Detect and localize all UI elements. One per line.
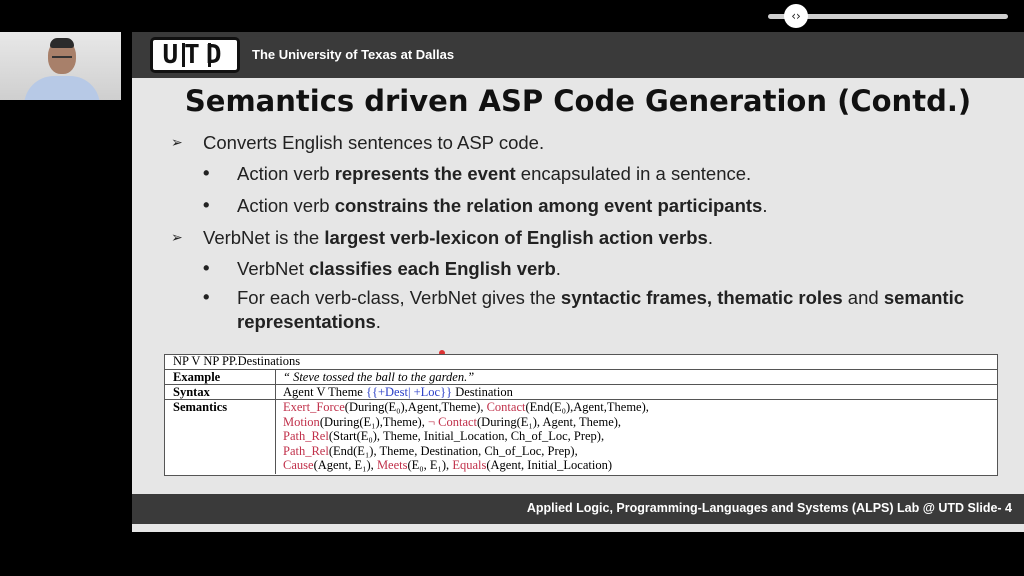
text: Action verb: [237, 163, 335, 184]
syntax-part: Destination: [452, 385, 513, 399]
predicate: Equals: [452, 458, 487, 472]
syntax-loc: | +Loc}}: [407, 385, 453, 399]
row-label: Example: [173, 370, 221, 384]
text: and: [842, 287, 884, 308]
example-text: “ Steve tossed the ball to the garden.”: [283, 370, 475, 384]
row-label: Syntax: [173, 385, 210, 399]
predicate: Contact: [486, 400, 526, 414]
presenter-glasses: [52, 52, 72, 58]
dot-bullet-icon: •: [203, 194, 210, 215]
university-name: The University of Texas at Dallas: [252, 47, 455, 62]
table-row-semantics: Semantics Exert_Force(During(E₀),Agent,T…: [165, 399, 997, 476]
text-bold: constrains the relation among event part…: [334, 195, 763, 216]
frame-header: NP V NP PP.Destinations: [173, 354, 301, 368]
args: (During(E₀),Agent,Theme),: [344, 400, 487, 414]
dot-bullet-icon: •: [203, 286, 210, 307]
text-bold: classifies each English verb: [309, 258, 556, 279]
utd-logo-text: UTD: [162, 40, 228, 70]
logo-divider: [208, 43, 211, 67]
text-bold: syntactic frames, thematic roles: [560, 287, 843, 308]
presenter-video-thumbnail[interactable]: [0, 32, 121, 100]
table-header-row: NP V NP PP.Destinations: [165, 354, 997, 369]
utd-logo: UTD: [150, 37, 240, 73]
predicate: Path_Rel: [283, 443, 329, 458]
args: (During(E₁),Theme),: [319, 414, 428, 429]
dot-bullet-icon: •: [203, 257, 210, 278]
arrow-bullet-icon: ➢: [171, 230, 183, 246]
text-bold: largest verb-lexicon of English action v…: [324, 227, 708, 248]
table-row-syntax: Syntax Agent V Theme {{+Dest| +Loc}} Des…: [165, 384, 997, 400]
args: (End(E₀),Agent,Theme),: [525, 400, 649, 414]
sem-line: Path_Rel(Start(E₀), Theme, Initial_Locat…: [283, 429, 649, 444]
bullet-1-1: • Action verb represents the event encap…: [203, 162, 752, 186]
text-bold: represents the event: [334, 163, 516, 184]
presenter-hair: [50, 38, 74, 48]
text: encapsulated in a sentence.: [515, 163, 752, 184]
semantics-text: Exert_Force(During(E₀),Agent,Theme), Con…: [283, 400, 649, 473]
chevron-left-right-icon: ‹›: [791, 9, 801, 23]
text: VerbNet: [237, 258, 309, 279]
text: Action verb: [237, 195, 335, 216]
slide: UTD The University of Texas at Dallas Se…: [132, 32, 1024, 532]
predicate: Meets: [376, 458, 408, 472]
syntax-part: Agent V Theme: [283, 385, 366, 399]
sem-line: Exert_Force(During(E₀),Agent,Theme), Con…: [283, 400, 649, 415]
text: .: [375, 311, 381, 332]
seek-handle[interactable]: ‹›: [784, 4, 808, 28]
sem-line: Cause(Agent, E₁), Meets(E₀, E₁), Equals(…: [283, 458, 649, 473]
arrow-bullet-icon: ➢: [171, 135, 183, 151]
text: .: [555, 258, 561, 279]
sem-line: Path_Rel(End(E₁), Theme, Destination, Ch…: [283, 444, 649, 459]
logo-divider: [182, 43, 185, 67]
presenter-torso: [24, 76, 100, 100]
text: VerbNet is the: [203, 227, 325, 248]
table-row-example: Example “ Steve tossed the ball to the g…: [165, 369, 997, 385]
text: .: [707, 227, 713, 248]
text: .: [762, 195, 768, 216]
slide-title: Semantics driven ASP Code Generation (Co…: [184, 84, 972, 118]
row-label: Semantics: [173, 400, 228, 414]
predicate: ¬ Contact: [427, 414, 478, 429]
syntax-dest: {{+Dest: [365, 385, 408, 399]
predicate: Path_Rel: [283, 429, 329, 443]
footer-text: Applied Logic, Programming-Languages and…: [526, 501, 1012, 515]
predicate: Exert_Force: [283, 400, 345, 414]
args: (Agent, Initial_Location): [486, 458, 612, 472]
args: (End(E₁), Theme, Destination, Ch_of_Loc,…: [328, 443, 578, 458]
bullet-1: ➢ Converts English sentences to ASP code…: [171, 131, 545, 155]
predicate: Motion: [283, 414, 320, 429]
syntax-text: Agent V Theme {{+Dest| +Loc}} Destinatio…: [283, 385, 513, 400]
args: (During(E₁), Agent, Theme),: [477, 414, 622, 429]
args: (Start(E₀), Theme, Initial_Location, Ch_…: [328, 429, 605, 443]
bullet-2: ➢ VerbNet is the largest verb-lexicon of…: [171, 226, 713, 250]
text: For each verb-class, VerbNet gives the: [237, 287, 561, 308]
bullet-text: Converts English sentences to ASP code.: [203, 132, 545, 153]
slide-footer: Applied Logic, Programming-Languages and…: [132, 494, 1024, 524]
dot-bullet-icon: •: [203, 162, 210, 183]
predicate: Cause: [283, 458, 314, 472]
sem-line: Motion(During(E₁),Theme), ¬ Contact(Duri…: [283, 415, 649, 430]
args: (E₀, E₁),: [407, 458, 453, 472]
bullet-2-1: • VerbNet classifies each English verb.: [203, 257, 561, 281]
verbnet-frame-table: NP V NP PP.Destinations Example “ Steve …: [164, 354, 998, 476]
slide-header: UTD The University of Texas at Dallas: [132, 32, 1024, 78]
bullet-1-2: • Action verb constrains the relation am…: [203, 194, 768, 218]
bullet-2-2: • For each verb-class, VerbNet gives the…: [203, 286, 997, 334]
args: (Agent, E₁),: [313, 458, 377, 472]
